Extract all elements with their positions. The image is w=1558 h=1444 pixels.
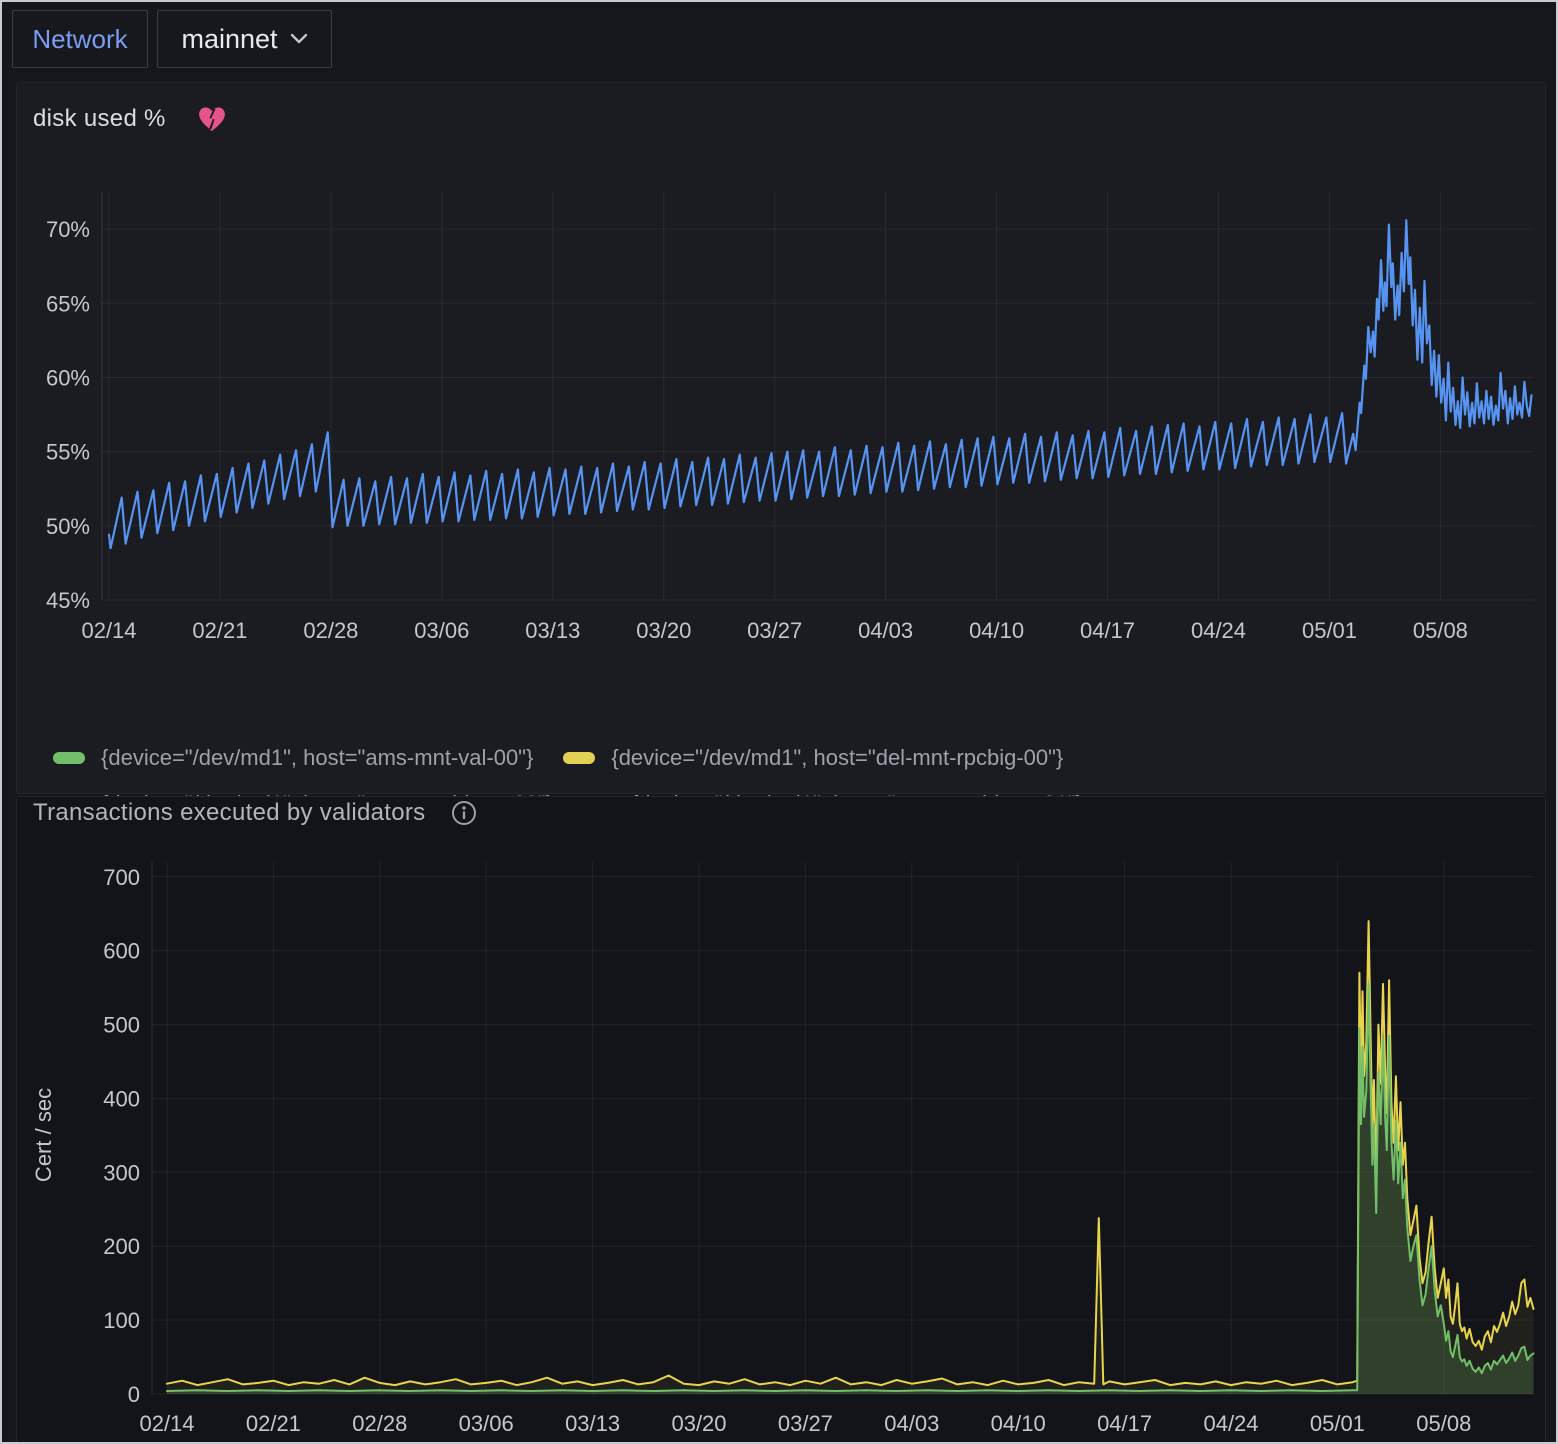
x-tick-label: 03/20 [671, 1411, 726, 1436]
y-tick-label: 400 [103, 1086, 140, 1111]
series-area-validators-yellow [167, 921, 1534, 1394]
grafana-dashboard: Network mainnet disk used % {device="/de… [0, 0, 1558, 1444]
y-tick-label: 0 [128, 1382, 140, 1407]
y-tick-label: 200 [103, 1234, 140, 1259]
x-tick-label: 02/21 [246, 1411, 301, 1436]
x-tick-label: 02/14 [139, 1411, 194, 1436]
x-tick-label: 04/17 [1097, 1411, 1152, 1436]
x-tick-label: 05/01 [1310, 1411, 1365, 1436]
series-area-validators-green [167, 984, 1534, 1394]
x-tick-label: 04/24 [1203, 1411, 1258, 1436]
x-tick-label: 03/27 [778, 1411, 833, 1436]
y-tick-label: 300 [103, 1160, 140, 1185]
transactions-chart[interactable]: 0 100 200 300 400 500 600 700 02/14 02/21 02/28 03/… [2, 2, 1558, 1444]
x-tick-label: 05/08 [1416, 1411, 1471, 1436]
series-line-validators-yellow [167, 921, 1534, 1385]
x-tick-label: 02/28 [352, 1411, 407, 1436]
y-tick-label: 700 [103, 865, 140, 890]
x-tick-label: 04/03 [884, 1411, 939, 1436]
y-tick-label: 100 [103, 1308, 140, 1333]
y-tick-label: 500 [103, 1013, 140, 1038]
x-tick-label: 03/06 [459, 1411, 514, 1436]
series-line-validators-green [167, 984, 1534, 1391]
y-tick-label: 600 [103, 939, 140, 964]
x-tick-label: 04/10 [991, 1411, 1046, 1436]
x-tick-label: 03/13 [565, 1411, 620, 1436]
